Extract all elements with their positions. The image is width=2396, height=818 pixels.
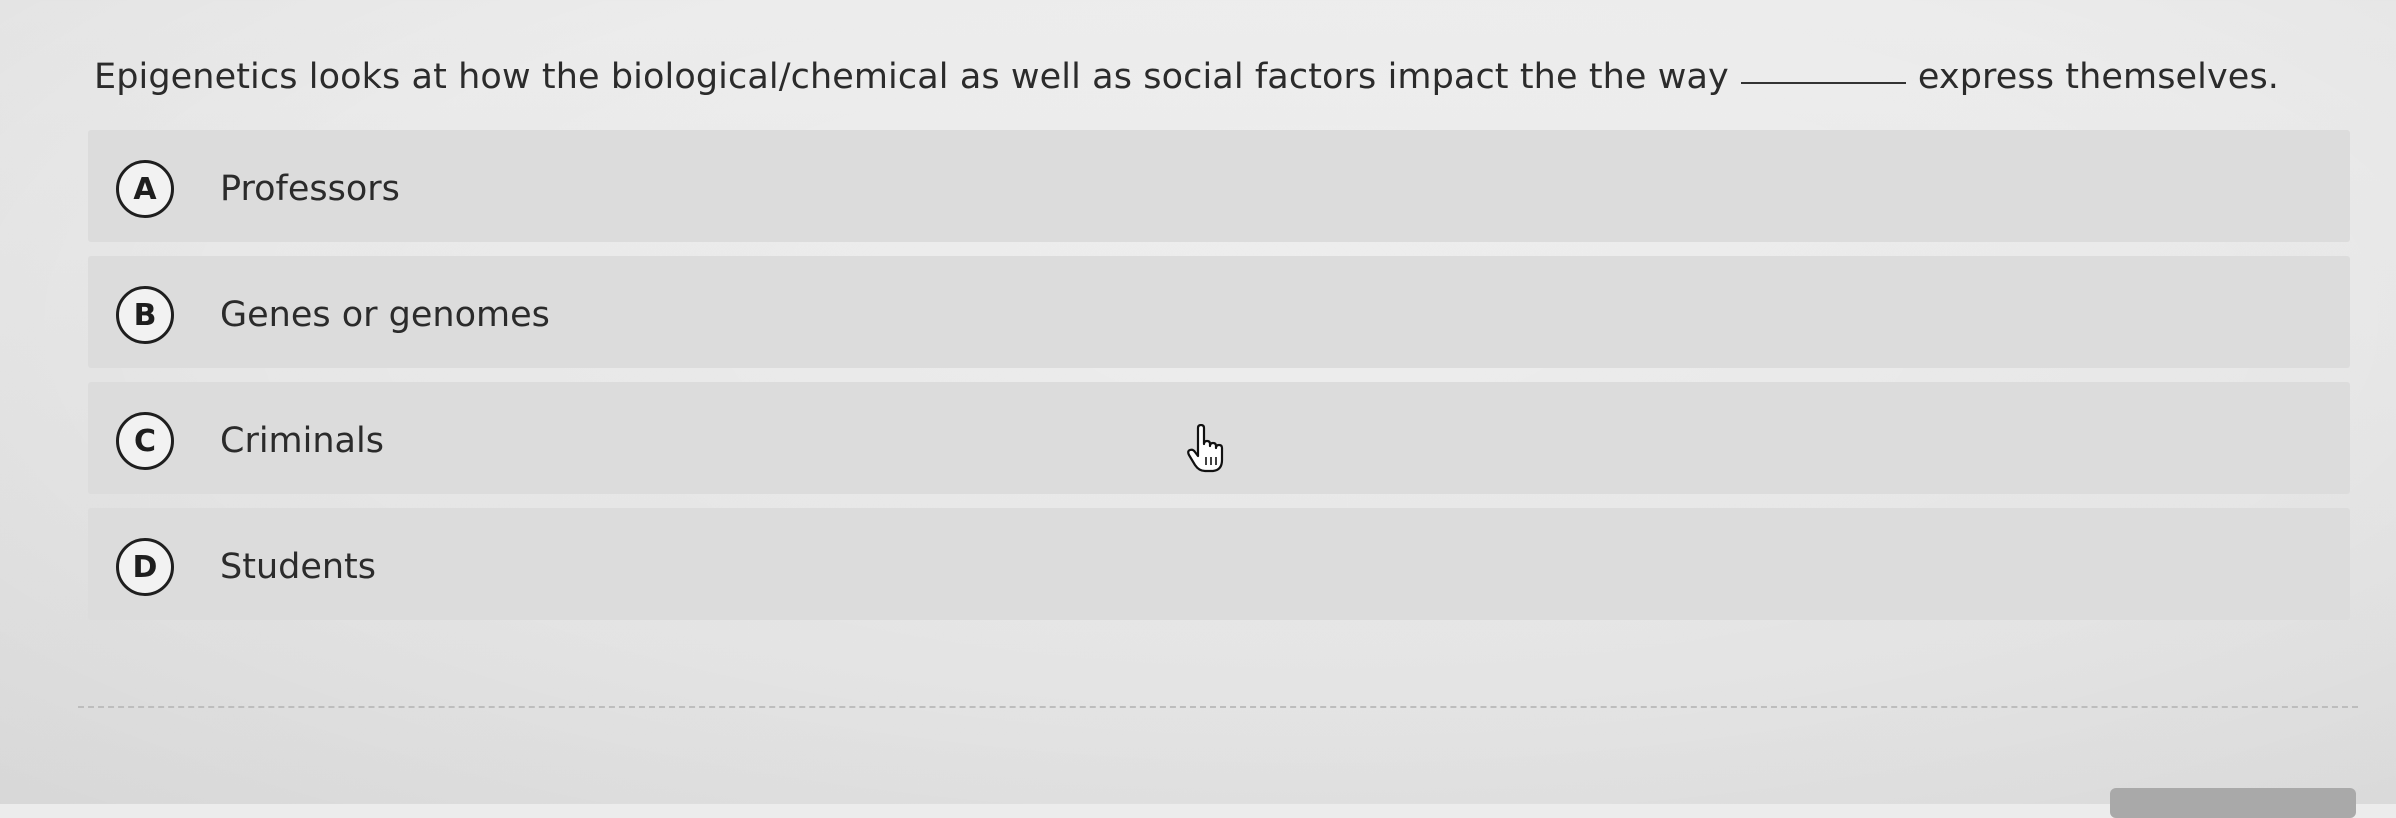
question-text: Epigenetics looks at how the biological/… [94,52,2279,102]
question-text-before: Epigenetics looks at how the biological/… [94,57,1729,97]
option-a-label: Professors [220,169,400,209]
option-b-label: Genes or genomes [220,295,550,335]
option-b-letter: B [116,286,174,344]
option-c-label: Criminals [220,421,384,461]
option-a-letter: A [116,160,174,218]
section-divider [78,706,2358,708]
question-text-after: express themselves. [1917,57,2280,97]
answer-blank [1740,81,1906,84]
option-a[interactable]: A Professors [88,130,2350,242]
hand-pointer-icon [1186,423,1226,474]
next-button[interactable] [2110,788,2356,818]
option-d[interactable]: D Students [88,508,2350,620]
option-b[interactable]: B Genes or genomes [88,256,2350,368]
option-c-letter: C [116,412,174,470]
option-d-letter: D [116,538,174,596]
option-d-label: Students [220,547,377,587]
